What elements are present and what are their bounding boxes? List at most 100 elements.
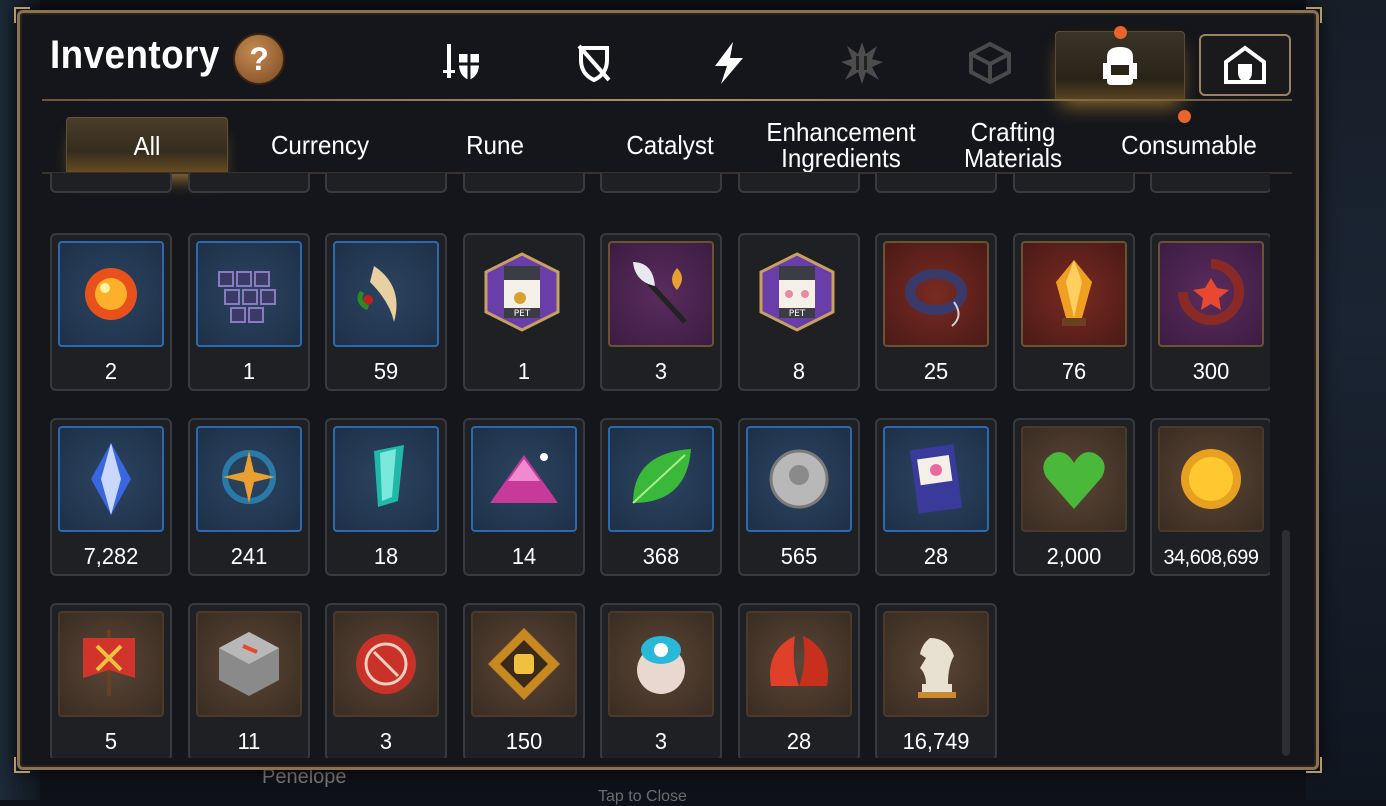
item-count: 1	[242, 358, 256, 384]
inventory-slot[interactable]: 28	[738, 603, 860, 758]
inventory-slot[interactable]: 59	[325, 233, 447, 391]
inventory-slot[interactable]: PET 8	[738, 233, 860, 391]
subtab-enhancement-ingredients[interactable]: Enhancement Ingredients	[762, 117, 920, 173]
subtab-rune[interactable]: Rune	[425, 117, 565, 173]
subtab-crafting-materials[interactable]: Crafting Materials	[943, 117, 1083, 173]
inventory-slot[interactable]: 28	[875, 418, 997, 576]
help-button[interactable]: ?	[233, 33, 285, 85]
inventory-slot[interactable]: 2,000	[1013, 418, 1135, 576]
tab-cube[interactable]	[950, 33, 1030, 93]
svg-text:PET: PET	[514, 309, 531, 319]
inventory-slot-partial[interactable]	[1150, 173, 1270, 193]
inventory-slot[interactable]: 18	[325, 418, 447, 576]
item-count: 368	[642, 543, 680, 569]
splat-icon	[841, 42, 883, 84]
inventory-slot[interactable]: 11	[188, 603, 310, 758]
item-frame	[333, 426, 439, 532]
item-count: 3	[379, 728, 393, 754]
inventory-slot-partial[interactable]	[875, 173, 997, 193]
item-frame	[58, 426, 164, 532]
item-frame	[883, 241, 989, 347]
inventory-slot[interactable]: 2	[50, 233, 172, 391]
inventory-slot[interactable]: PET 1	[463, 233, 585, 391]
inventory-slot[interactable]: 241	[188, 418, 310, 576]
inventory-slot-partial[interactable]	[325, 173, 447, 193]
inventory-slot[interactable]: 25	[875, 233, 997, 391]
inventory-slot-partial[interactable]	[600, 173, 722, 193]
item-frame	[58, 241, 164, 347]
inventory-slot[interactable]: 368	[600, 418, 722, 576]
inventory-slot-partial[interactable]	[463, 173, 585, 193]
flame-leaves-icon	[770, 636, 828, 686]
inventory-slot[interactable]: 1	[188, 233, 310, 391]
backpack-icon	[1103, 47, 1137, 85]
inventory-slot[interactable]: 5	[50, 603, 172, 758]
page-title: Inventory	[50, 33, 220, 77]
item-count: 2,000	[1046, 543, 1102, 569]
stone-cube-icon	[219, 632, 279, 696]
inventory-slot[interactable]: 34,608,699	[1150, 418, 1270, 576]
inventory-slot-partial[interactable]	[188, 173, 310, 193]
item-count: 1	[517, 358, 531, 384]
item-count: 5	[104, 728, 118, 754]
item-frame	[608, 241, 714, 347]
fire-orb-icon	[85, 268, 137, 320]
inventory-slot[interactable]: 14	[463, 418, 585, 576]
inventory-slot[interactable]: 3	[325, 603, 447, 758]
tap-to-close-hint[interactable]: Tap to Close	[598, 788, 687, 806]
item-count: 59	[373, 358, 399, 384]
item-count: 14	[511, 543, 537, 569]
inventory-slot[interactable]: 565	[738, 418, 860, 576]
dragon-ring-icon	[905, 269, 967, 327]
inventory-slot-partial[interactable]	[1013, 173, 1135, 193]
item-count: 28	[923, 543, 949, 569]
tab-equipment[interactable]	[422, 33, 502, 93]
inventory-slot[interactable]: 76	[1013, 233, 1135, 391]
tab-storage[interactable]	[1199, 34, 1291, 96]
pink-powder-icon	[490, 453, 558, 503]
subtab-all[interactable]: All	[66, 117, 228, 175]
cyan-crystal-icon	[374, 445, 404, 507]
crimson-ring-icon	[1178, 259, 1244, 325]
green-leaf-icon	[632, 449, 691, 504]
inventory-slot[interactable]: 7,282	[50, 418, 172, 576]
item-count: 11	[237, 728, 261, 754]
blue-crystal-icon	[91, 443, 131, 515]
subtab-consumable[interactable]: Consumable	[1110, 117, 1268, 173]
gold-crystal-icon	[1056, 260, 1092, 326]
inventory-slot[interactable]: 3	[600, 233, 722, 391]
item-frame	[1158, 241, 1264, 347]
war-banner-icon	[83, 630, 135, 696]
item-count: 28	[786, 728, 812, 754]
item-frame	[58, 611, 164, 717]
sword-shield-icon	[443, 44, 479, 80]
tab-lightning[interactable]	[688, 33, 768, 93]
house-shield-icon	[1224, 45, 1266, 84]
tab-crossed-shield[interactable]	[554, 33, 634, 93]
inventory-slot[interactable]: 3	[600, 603, 722, 758]
item-count: 25	[923, 358, 949, 384]
subtab-currency[interactable]: Currency	[246, 117, 395, 173]
ginseng-root-icon	[357, 266, 397, 322]
lightning-icon	[715, 42, 743, 84]
item-count: 8	[792, 358, 806, 384]
item-frame	[333, 241, 439, 347]
inventory-slot-partial[interactable]	[738, 173, 860, 193]
scrollbar[interactable]	[1282, 530, 1290, 756]
item-frame	[1158, 426, 1264, 532]
inventory-slot-partial[interactable]	[50, 173, 172, 193]
header-divider	[42, 99, 1292, 101]
feather-wand-icon	[633, 262, 687, 324]
item-frame	[1021, 241, 1127, 347]
item-frame	[196, 426, 302, 532]
subtab-catalyst[interactable]: Catalyst	[596, 117, 745, 173]
item-count: 241	[230, 543, 268, 569]
tab-backpack[interactable]	[1055, 26, 1185, 101]
item-frame	[196, 611, 302, 717]
tab-splat[interactable]	[822, 33, 902, 93]
item-count: 18	[373, 543, 399, 569]
inventory-slot[interactable]: 16,749	[875, 603, 997, 758]
inventory-slot[interactable]: 300	[1150, 233, 1270, 391]
inventory-slot[interactable]: 150	[463, 603, 585, 758]
inventory-panel: Inventory ? All Currency Rune Catalyst E…	[14, 7, 1322, 773]
